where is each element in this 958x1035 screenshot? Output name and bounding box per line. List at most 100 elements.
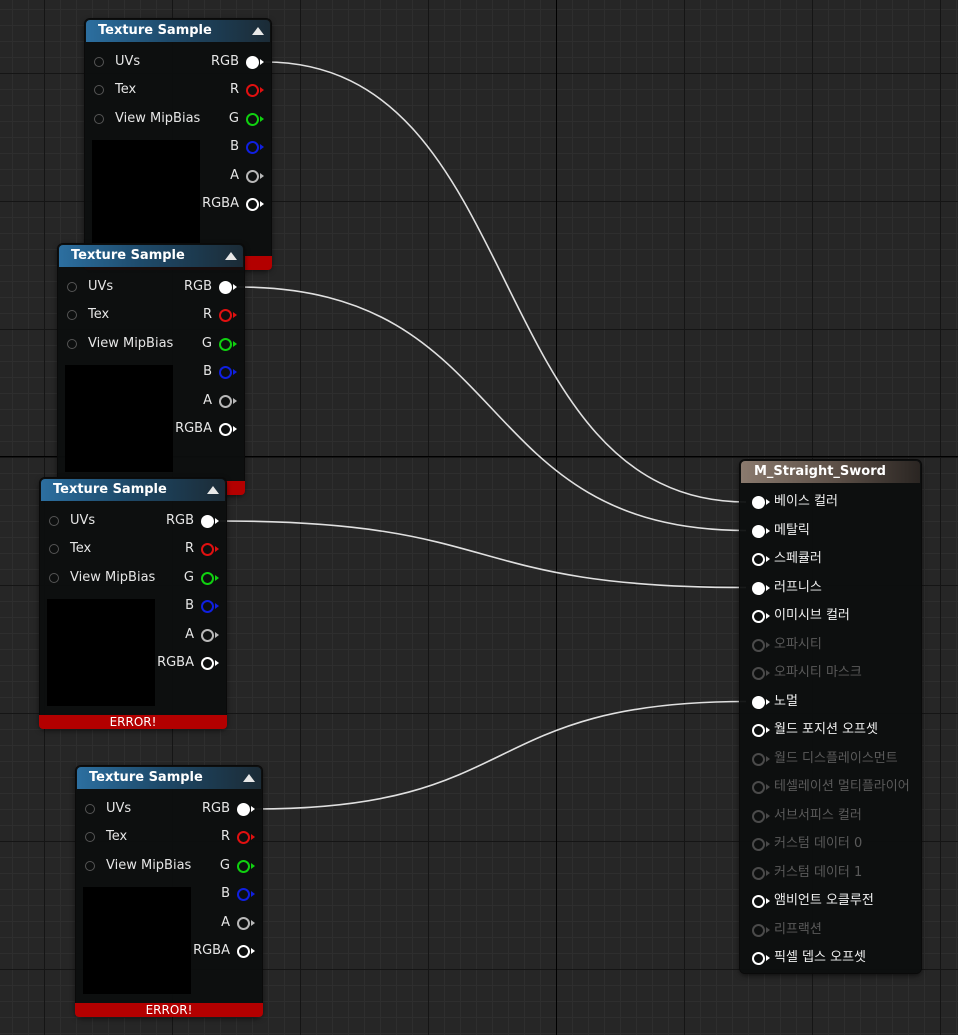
output-pin-icon[interactable] — [237, 831, 255, 844]
output-pin-label: G — [201, 336, 212, 351]
material-input-pin-icon[interactable] — [752, 496, 770, 509]
material-input-row: 리프랙션 — [740, 920, 921, 940]
collapse-arrow-icon[interactable] — [243, 774, 255, 782]
material-input-row: 오파시티 마스크 — [740, 663, 921, 683]
node-title[interactable]: Texture Sample — [77, 767, 261, 789]
output-pin-label: G — [228, 111, 239, 126]
material-input-label: 노멀 — [774, 693, 798, 709]
output-pin-icon[interactable] — [201, 515, 219, 528]
output-pin-icon[interactable] — [201, 543, 219, 556]
output-pin-label: RGBA — [202, 196, 239, 211]
output-pin-label: R — [202, 307, 212, 322]
connection-wire[interactable] — [264, 61, 747, 503]
output-pin-row: G — [40, 568, 226, 588]
material-input-pin-icon[interactable] — [752, 581, 770, 595]
material-input-row: 월드 포지션 오프셋 — [740, 720, 921, 740]
output-pin-row: G — [58, 334, 244, 354]
material-input-pin-icon[interactable] — [752, 895, 770, 908]
material-input-label: 메탈릭 — [774, 522, 810, 538]
output-pin-row: G — [85, 109, 271, 129]
output-pin-icon[interactable] — [246, 84, 264, 97]
output-pin-row: RGB — [76, 799, 262, 819]
material-input-row: 오파시티 — [740, 635, 921, 655]
material-input-pin-icon[interactable] — [752, 610, 770, 623]
output-pin-icon[interactable] — [201, 629, 219, 642]
output-pin-icon[interactable] — [237, 945, 255, 958]
material-input-pin-icon[interactable] — [752, 952, 770, 965]
material-input-row: 테셀레이션 멀티플라이어 — [740, 777, 921, 797]
texture-sample-node[interactable]: Texture Sample UVs Tex View MipBias RGB R G B A R… — [84, 19, 272, 270]
output-pin-row: R — [76, 827, 262, 847]
output-pin-label: G — [183, 570, 194, 585]
material-input-row: 커스텀 데이터 0 — [740, 834, 921, 854]
material-input-pin-icon — [752, 923, 770, 937]
output-pin-icon[interactable] — [237, 888, 255, 901]
output-pin-label: G — [219, 858, 230, 873]
texture-preview — [83, 887, 191, 994]
material-input-pin-icon[interactable] — [752, 553, 770, 566]
output-pin-label: RGB — [165, 513, 194, 528]
output-pin-icon[interactable] — [219, 309, 237, 322]
node-title[interactable]: Texture Sample — [41, 479, 225, 501]
output-pin-icon[interactable] — [237, 860, 255, 873]
output-pin-icon[interactable] — [237, 917, 255, 930]
connection-wire[interactable] — [219, 520, 747, 589]
output-pin-row: R — [85, 80, 271, 100]
output-pin-icon[interactable] — [246, 56, 264, 69]
material-input-pin-icon[interactable] — [752, 724, 770, 737]
node-title[interactable]: Texture Sample — [86, 20, 270, 42]
material-input-row: 앰비언트 오클루전 — [740, 891, 921, 911]
material-input-pin-icon[interactable] — [752, 524, 770, 538]
output-pin-label: RGBA — [193, 943, 230, 958]
material-input-row: 베이스 컬러 — [740, 492, 921, 512]
material-input-label: 러프니스 — [774, 579, 822, 595]
output-pin-icon[interactable] — [246, 113, 264, 126]
collapse-arrow-icon[interactable] — [225, 252, 237, 260]
material-input-pin-icon — [752, 809, 770, 823]
material-input-row: 스페큘러 — [740, 549, 921, 569]
connection-wire[interactable] — [237, 286, 747, 532]
output-pin-icon[interactable] — [246, 198, 264, 211]
output-pin-icon[interactable] — [237, 803, 255, 816]
output-pin-icon[interactable] — [219, 366, 237, 379]
collapse-arrow-icon[interactable] — [207, 486, 219, 494]
output-pin-row: RGB — [40, 511, 226, 531]
output-pin-row: G — [76, 856, 262, 876]
material-result-node[interactable]: M_Straight_Sword 베이스 컬러 메탈릭 스페큘러 러프니스 이미시브 컬러… — [740, 460, 921, 973]
material-input-label: 오파시티 마스크 — [774, 665, 862, 680]
output-pin-icon[interactable] — [246, 170, 264, 183]
material-input-row: 서브서피스 컬러 — [740, 806, 921, 826]
output-pin-icon[interactable] — [201, 600, 219, 613]
output-pin-icon[interactable] — [219, 395, 237, 408]
texture-sample-node[interactable]: Texture Sample UVs Tex View MipBias RGB R G B A R… — [57, 244, 245, 495]
output-pin-row: R — [40, 539, 226, 559]
connection-wire[interactable] — [255, 700, 747, 810]
output-pin-icon[interactable] — [219, 423, 237, 436]
output-pin-icon[interactable] — [219, 338, 237, 351]
texture-sample-node[interactable]: Texture Sample UVs Tex View MipBias RGB R G B A R… — [39, 478, 227, 729]
output-pin-icon[interactable] — [201, 572, 219, 585]
output-pin-icon[interactable] — [246, 141, 264, 154]
output-pin-icon[interactable] — [219, 281, 237, 294]
error-bar: ERROR! — [75, 1003, 263, 1017]
material-input-pin-icon — [752, 638, 770, 652]
material-input-pin-icon — [752, 781, 770, 794]
material-input-pin-icon[interactable] — [752, 695, 770, 709]
output-pin-icon[interactable] — [201, 657, 219, 670]
material-input-label: 앰비언트 오클루전 — [774, 893, 874, 908]
material-input-label: 월드 디스플레이스먼트 — [774, 750, 898, 766]
material-input-label: 베이스 컬러 — [774, 494, 838, 509]
output-pin-label: RGB — [183, 279, 212, 294]
material-input-pin-icon — [752, 667, 770, 680]
output-pin-row: R — [58, 305, 244, 325]
material-input-row: 커스텀 데이터 1 — [740, 863, 921, 883]
output-pin-label: A — [185, 627, 194, 642]
output-pin-label: B — [185, 598, 194, 613]
material-input-label: 오파시티 — [774, 636, 822, 652]
material-title[interactable]: M_Straight_Sword — [741, 461, 920, 483]
collapse-arrow-icon[interactable] — [252, 27, 264, 35]
texture-sample-node[interactable]: Texture Sample UVs Tex View MipBias RGB R G B A R… — [75, 766, 263, 1017]
output-pin-label: R — [220, 829, 230, 844]
output-pin-label: B — [230, 139, 239, 154]
node-title[interactable]: Texture Sample — [59, 245, 243, 267]
